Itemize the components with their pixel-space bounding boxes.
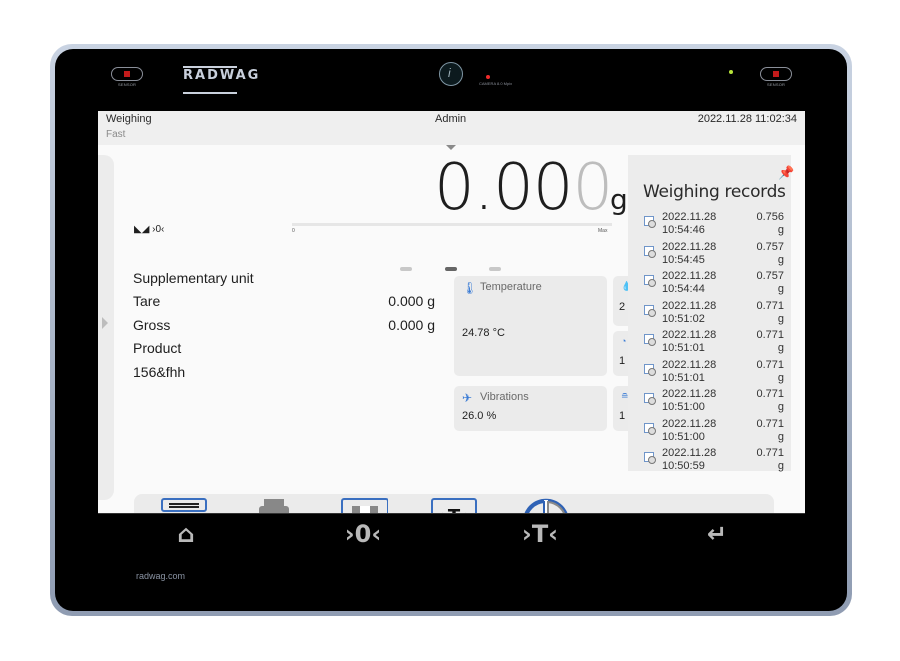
home-icon: ⌂ <box>177 520 195 548</box>
user-name: Admin <box>435 113 467 125</box>
record-icon <box>644 393 656 405</box>
camera-icon: i <box>439 62 463 86</box>
record-item[interactable]: 2022.11.28 10:50:59 0.771 g <box>644 447 784 477</box>
stability-zero-indicator: ◣◢ ›0‹ <box>134 224 165 235</box>
info-label: 156&fhh <box>133 364 186 380</box>
record-icon <box>644 304 656 317</box>
info-label: Product <box>133 340 182 356</box>
record-datetime: 2022.11.28 10:54:45 <box>662 240 717 266</box>
record-item[interactable]: 2022.11.28 10:51:02 0.771 g <box>644 300 784 330</box>
info-label: Supplementary unit <box>133 270 254 286</box>
widget-title: Temperature <box>480 281 542 293</box>
enter-button[interactable]: ↵ <box>687 520 747 550</box>
page-dot-2[interactable] <box>445 267 457 271</box>
camera-led <box>486 75 490 79</box>
record-value: 0.771 g <box>756 329 784 354</box>
info-label: Tare <box>133 293 161 309</box>
record-value: 0.771 g <box>756 388 784 413</box>
brand-logo: RADWAG <box>183 68 261 83</box>
widget-value: 1 <box>619 355 626 367</box>
record-item[interactable]: 2022.11.28 10:51:01 0.771 g <box>644 329 784 359</box>
record-datetime: 2022.11.28 10:51:01 <box>662 358 717 384</box>
record-icon <box>644 216 656 228</box>
record-datetime: 2022.11.28 10:51:02 <box>662 299 717 325</box>
bargraph-max: Max <box>598 228 608 234</box>
record-icon <box>644 245 656 258</box>
mode-title: Weighing <box>106 113 152 125</box>
zero-button[interactable]: ›0‹ <box>333 520 393 550</box>
record-icon <box>644 363 656 376</box>
record-item[interactable]: 2022.11.28 10:54:46 0.756 g <box>644 211 784 241</box>
vibration-icon: ✈ <box>462 391 473 405</box>
record-icon <box>644 334 656 346</box>
pressure-icon: ◔ <box>621 336 627 346</box>
page-dot-1[interactable] <box>400 267 412 271</box>
website-label: radwag.com <box>136 571 186 581</box>
record-datetime: 2022.11.28 10:50:59 <box>662 447 717 472</box>
right-sensor <box>760 67 792 81</box>
power-led <box>729 70 733 74</box>
reading-main: 0.00 <box>434 151 573 225</box>
weight-reading: 0.000 <box>434 151 614 225</box>
record-item[interactable]: 2022.11.28 10:51:01 0.771 g <box>644 359 784 389</box>
record-icon <box>644 422 656 435</box>
pin-icon[interactable]: 📌 <box>778 165 794 181</box>
thermometer-icon: 🌡 <box>462 281 478 295</box>
records-title: Weighing records <box>643 182 786 202</box>
left-sensor-label: SENSOR <box>118 82 137 87</box>
info-value: 0.000 g <box>388 317 435 333</box>
record-datetime: 2022.11.28 10:51:01 <box>662 329 717 354</box>
record-icon <box>644 275 656 287</box>
chevron-right-icon <box>102 317 108 329</box>
temperature-widget[interactable]: 🌡 Temperature 24.78 °C <box>454 276 607 376</box>
widget-value: 24.78 °C <box>462 327 505 339</box>
record-datetime: 2022.11.28 10:54:44 <box>662 270 717 295</box>
info-label: Gross <box>133 317 171 333</box>
right-sensor-label: SENSOR <box>767 82 786 87</box>
reading-last-digit: 0 <box>572 151 614 225</box>
profile-name: Fast <box>106 129 126 140</box>
weight-unit[interactable]: g <box>610 183 628 216</box>
record-datetime: 2022.11.28 10:51:00 <box>662 388 717 413</box>
side-menu-handle[interactable] <box>98 155 114 500</box>
widget-title: Vibrations <box>480 391 529 403</box>
page-dot-3[interactable] <box>489 267 501 271</box>
datetime: 2022.11.28 11:02:34 <box>697 113 797 125</box>
record-value: 0.757 g <box>756 240 784 266</box>
record-value: 0.757 g <box>756 270 784 295</box>
record-value: 0.771 g <box>756 358 784 384</box>
screen: Weighing Fast Admin 2022.11.28 11:02:34 … <box>98 111 805 555</box>
enter-icon: ↵ <box>706 520 728 548</box>
record-item[interactable]: 2022.11.28 10:51:00 0.771 g <box>644 388 784 418</box>
status-bar[interactable]: Weighing Fast Admin 2022.11.28 11:02:34 <box>98 111 805 145</box>
record-item[interactable]: 2022.11.28 10:54:44 0.757 g <box>644 270 784 300</box>
weighing-records-panel: 📌 Weighing records 2022.11.28 10:54:46 0.7… <box>628 155 794 472</box>
record-datetime: 2022.11.28 10:51:00 <box>662 417 717 443</box>
hardware-nav-bar: ⌂ ›0‹ ›T‹ ↵ <box>98 513 805 556</box>
record-item[interactable]: 2022.11.28 10:51:00 0.771 g <box>644 418 784 448</box>
vibrations-widget[interactable]: ✈ Vibrations 26.0 % <box>454 386 607 431</box>
record-value: 0.771 g <box>756 447 784 472</box>
record-item[interactable]: 2022.11.28 10:54:45 0.757 g <box>644 241 784 271</box>
widget-value: 1 <box>619 410 626 422</box>
tare-icon: ›T‹ <box>521 520 559 548</box>
bargraph-min: 0 <box>292 228 295 234</box>
record-icon <box>644 452 656 464</box>
load-bargraph <box>292 223 612 226</box>
record-value: 0.756 g <box>756 211 784 236</box>
info-value: 0.000 g <box>388 293 435 309</box>
home-button[interactable]: ⌂ <box>156 520 216 550</box>
widget-value: 26.0 % <box>462 410 497 422</box>
record-value: 0.771 g <box>756 417 784 443</box>
left-sensor <box>111 67 143 81</box>
zero-icon: ›0‹ <box>344 520 382 548</box>
record-value: 0.771 g <box>756 299 784 325</box>
pulldown-arrow-icon[interactable] <box>446 145 456 150</box>
tare-button[interactable]: ›T‹ <box>510 520 570 550</box>
widget-value: 2 <box>619 301 626 313</box>
record-datetime: 2022.11.28 10:54:46 <box>662 211 717 236</box>
camera-label: CAMERA 8.0 Mpix <box>479 81 513 86</box>
